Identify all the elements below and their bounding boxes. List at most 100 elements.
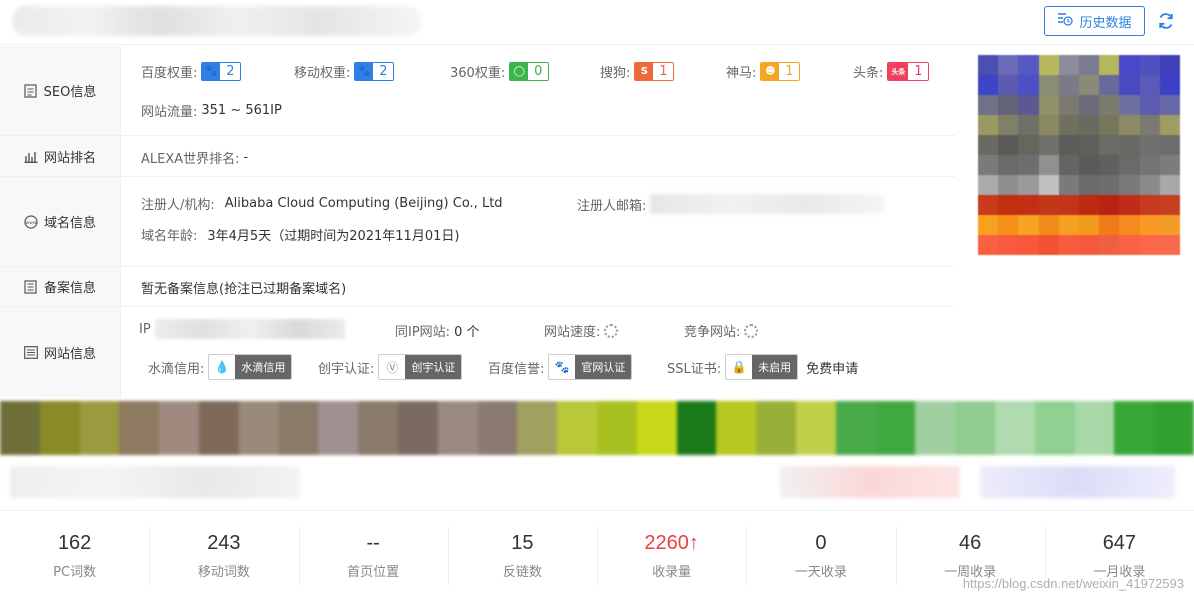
svg-text:www: www: [25, 221, 36, 226]
competitor-label: 竞争网站:: [684, 325, 741, 340]
refresh-icon[interactable]: [1155, 11, 1177, 33]
speed-label: 网站速度:: [544, 325, 601, 340]
360-weight: 360权重: ◯ 0: [450, 62, 550, 81]
stat-value: --: [366, 532, 380, 554]
stat-pc-words[interactable]: 162 PC词数: [0, 511, 149, 601]
baidu-credit-badge-text: 官网认证: [575, 355, 632, 379]
chuangyu-label: 创宇认证:: [318, 361, 375, 377]
seo-row-header: SEO信息: [0, 46, 121, 135]
360-weight-value: 0: [528, 63, 549, 80]
site-row: 网站信息 IP 同IP网站: 0 个 网站速度: 竞争网站: 水滴信用: 💧 水…: [0, 307, 955, 397]
stat-backlinks[interactable]: 15 反链数: [447, 511, 597, 601]
stat-indexed[interactable]: 2260↑ 收录量: [597, 511, 746, 601]
chuangyu-cert-badge[interactable]: Ⓥ 创宇认证: [378, 354, 463, 380]
baidu-paw-icon: 🐾: [355, 63, 374, 80]
toutiao-weight-value: 1: [908, 63, 929, 80]
free-apply-link[interactable]: 免费申请: [806, 358, 858, 377]
redacted-site-title: [12, 6, 422, 36]
shuidi-badge-text: 水滴信用: [235, 355, 292, 379]
redacted-ip: [154, 319, 345, 339]
domain-row-header: www 域名信息: [0, 177, 121, 266]
redacted-banner-secondary: [0, 462, 1194, 502]
baidu-weight-label: 百度权重:: [141, 66, 198, 81]
baidu-credit-badge[interactable]: 🐾 官网认证: [548, 354, 633, 380]
www-globe-icon: www: [24, 214, 38, 229]
history-data-button[interactable]: 历史数据: [1044, 6, 1145, 36]
stat-day-indexed[interactable]: 0 一天收录: [746, 511, 895, 601]
loading-spinner-icon: [744, 323, 759, 338]
stat-label: 收录量: [652, 565, 692, 580]
watermark: https://blog.csdn.net/weixin_41972593: [962, 576, 1184, 591]
arrow-up-icon: ↑: [688, 532, 699, 554]
shenma-weight-value: 1: [779, 63, 800, 80]
toutiao-weight-label: 头条:: [853, 66, 884, 81]
beian-row-label: 备案信息: [43, 281, 96, 296]
stat-label: PC词数: [53, 565, 97, 580]
baidu-weight: 百度权重: 🐾 2: [141, 62, 242, 81]
shuidi-credit-badge[interactable]: 💧 水滴信用: [208, 354, 293, 380]
indexed-count: 2260: [644, 532, 689, 554]
beian-text[interactable]: 暂无备案信息(抢注已过期备案域名): [141, 278, 346, 297]
beian-info[interactable]: 暂无备案信息(抢注已过期备案域名): [141, 278, 346, 297]
stat-home-position[interactable]: -- 首页位置: [298, 511, 448, 601]
age-label: 域名年龄:: [141, 229, 198, 244]
ssl-cert: SSL证书: 🔒 未启用 免费申请: [667, 354, 858, 380]
sogou-weight-label: 搜狗:: [600, 66, 631, 81]
alexa-rank: ALEXA世界排名: -: [141, 148, 248, 167]
stat-value: 243: [207, 532, 241, 554]
alexa-label: ALEXA世界排名:: [141, 152, 240, 167]
stat-value: 15: [511, 532, 534, 554]
shenma-weight-label: 神马:: [726, 66, 757, 81]
same-ip-sites: 同IP网站: 0 个: [395, 321, 479, 340]
document-icon: [24, 83, 38, 98]
registrant: 注册人/机构: Alibaba Cloud Computing (Beijing…: [141, 194, 503, 213]
stat-mobile-words[interactable]: 243 移动词数: [149, 511, 298, 601]
seo-row: SEO信息 百度权重: 🐾 2 移动权重: 🐾 2 360权重: ◯ 0 搜狗:…: [0, 46, 955, 136]
stat-label: 首页位置: [347, 565, 400, 580]
certificate-icon: [24, 279, 38, 294]
same-ip-value[interactable]: 0 个: [454, 321, 479, 340]
registrant-email: 注册人邮箱:: [577, 194, 886, 214]
bar-chart-icon: [24, 149, 38, 163]
mobile-weight-value: 2: [373, 63, 394, 80]
toutiao-weight-badge[interactable]: 头条 1: [887, 62, 930, 81]
ssl-badge-text: 未启用: [752, 355, 798, 379]
mobile-weight-label: 移动权重:: [294, 66, 351, 81]
stat-value: 0: [815, 532, 827, 554]
top-bar: 历史数据: [0, 0, 1194, 45]
stat-label: 反链数: [502, 565, 542, 580]
seo-row-label: SEO信息: [43, 85, 97, 100]
stat-value: 46: [959, 532, 982, 554]
ip-field: IP: [139, 319, 345, 339]
beian-row-header: 备案信息: [0, 267, 121, 306]
age-value: 3年4月5天（过期时间为2021年11月01日): [207, 229, 460, 244]
ssl-cert-badge[interactable]: 🔒 未启用: [725, 354, 799, 380]
shenma-icon: ☻: [761, 63, 780, 80]
sogou-weight-badge[interactable]: S 1: [634, 62, 675, 81]
toutiao-icon: 头条: [888, 63, 909, 80]
stat-value: 162: [57, 532, 92, 554]
domain-row: www 域名信息 注册人/机构: Alibaba Cloud Computing…: [0, 177, 955, 267]
beian-row: 备案信息 暂无备案信息(抢注已过期备案域名): [0, 267, 955, 307]
alexa-value: -: [243, 150, 249, 165]
redacted-email: [650, 194, 886, 214]
ip-label: IP: [139, 321, 151, 337]
baidu-credit-label: 百度信誉:: [488, 361, 545, 377]
sogou-weight-value: 1: [653, 63, 674, 80]
same-ip-label: 同IP网站:: [395, 325, 451, 340]
shenma-weight-badge[interactable]: ☻ 1: [760, 62, 801, 81]
site-row-header: 网站信息: [0, 307, 121, 397]
history-icon: [1057, 12, 1074, 30]
stat-value: 647: [1102, 532, 1137, 554]
v-shield-icon: Ⓥ: [379, 355, 406, 379]
baidu-credit: 百度信誉: 🐾 官网认证: [488, 354, 633, 380]
rank-row: 网站排名 ALEXA世界排名: -: [0, 136, 955, 177]
mobile-weight: 移动权重: 🐾 2: [294, 62, 395, 81]
history-data-label: 历史数据: [1079, 15, 1132, 31]
mobile-weight-badge[interactable]: 🐾 2: [354, 62, 395, 81]
baidu-weight-badge[interactable]: 🐾 2: [201, 62, 242, 81]
shuidi-label: 水滴信用:: [148, 361, 205, 377]
baidu-paw-icon: 🐾: [549, 355, 576, 379]
email-label: 注册人邮箱:: [577, 198, 647, 214]
360-weight-badge[interactable]: ◯ 0: [509, 62, 550, 81]
